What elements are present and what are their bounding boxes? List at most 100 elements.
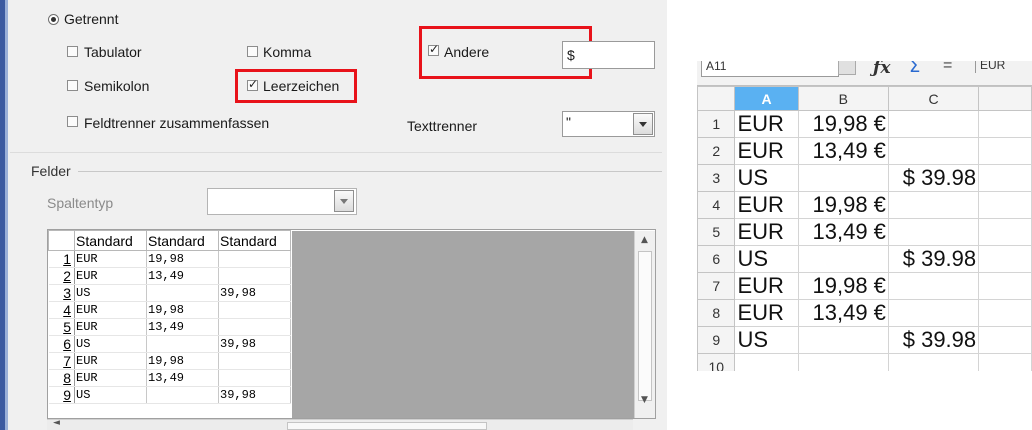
cell-a6[interactable]: US <box>734 245 799 273</box>
equals-icon[interactable]: = <box>943 61 952 75</box>
chevron-down-icon[interactable] <box>334 190 354 212</box>
andere-input[interactable]: $ <box>562 41 655 69</box>
sheet-row: 5 EUR 13,49 € <box>697 218 1032 246</box>
komma-label: Komma <box>263 44 312 60</box>
row-header[interactable]: 3 <box>697 164 736 192</box>
preview-row: 8 EUR 13,49 <box>48 369 291 387</box>
cell-c2[interactable] <box>887 137 980 165</box>
chevron-down-icon[interactable] <box>633 113 653 135</box>
tabulator-checkbox[interactable] <box>67 46 78 57</box>
vertical-scrollbar[interactable]: ▲ ▼ <box>634 231 655 418</box>
cell-a4[interactable]: EUR <box>734 191 799 219</box>
cell-d6[interactable] <box>978 245 1032 273</box>
column-header-a[interactable]: A <box>734 86 799 111</box>
cell-c9[interactable]: $ 39.98 <box>887 326 980 354</box>
zusammenfassen-checkbox[interactable] <box>67 116 78 127</box>
scroll-up-icon[interactable]: ▲ <box>641 235 648 245</box>
cell-b6[interactable] <box>797 245 889 273</box>
cell-b10[interactable] <box>797 353 889 371</box>
preview-cell: US <box>74 386 147 404</box>
cell-b4[interactable]: 19,98 € <box>797 191 889 219</box>
preview-row: 5 EUR 13,49 <box>48 318 291 336</box>
column-header[interactable]: Standard <box>74 230 147 251</box>
preview-table[interactable]: Standard Standard Standard 1 EUR 19,98 2 EUR… <box>47 229 656 419</box>
row-header[interactable]: 6 <box>697 245 736 273</box>
formula-input[interactable]: EUR <box>980 61 1005 72</box>
leerzeichen-checkbox[interactable] <box>247 77 258 91</box>
cell-c1[interactable] <box>887 110 980 138</box>
cell-c6[interactable]: $ 39.98 <box>887 245 980 273</box>
cell-b3[interactable] <box>797 164 889 192</box>
scroll-left-icon[interactable]: ◄ <box>53 418 60 428</box>
row-header[interactable]: 9 <box>697 326 736 354</box>
cell-b1[interactable]: 19,98 € <box>797 110 889 138</box>
cell-d7[interactable] <box>978 272 1032 300</box>
name-box[interactable]: A11 <box>701 61 839 77</box>
texttrenner-select[interactable]: " <box>562 111 655 137</box>
preview-cell <box>218 267 291 285</box>
hscroll-thumb[interactable] <box>287 422 487 430</box>
cell-a10[interactable] <box>734 353 799 371</box>
cell-a7[interactable]: EUR <box>734 272 799 300</box>
spaltentyp-select[interactable] <box>207 188 357 215</box>
preview-row: 3 US 39,98 <box>48 284 291 302</box>
cell-d9[interactable] <box>978 326 1032 354</box>
row-header[interactable]: 7 <box>697 272 736 300</box>
cell-b2[interactable]: 13,49 € <box>797 137 889 165</box>
cell-c7[interactable] <box>887 272 980 300</box>
sum-icon[interactable]: Σ <box>909 61 920 77</box>
preview-cell: US <box>74 335 147 353</box>
row-header[interactable]: 10 <box>697 353 736 371</box>
andere-checkbox[interactable] <box>428 42 439 56</box>
column-header[interactable]: Standard <box>146 230 219 251</box>
semikolon-checkbox[interactable] <box>67 80 78 91</box>
row-header[interactable]: 5 <box>697 218 736 246</box>
cell-a1[interactable]: EUR <box>734 110 799 138</box>
cell-b8[interactable]: 13,49 € <box>797 299 889 327</box>
preview-cell <box>146 284 219 302</box>
cell-d3[interactable] <box>978 164 1032 192</box>
cell-a8[interactable]: EUR <box>734 299 799 327</box>
row-header[interactable]: 8 <box>697 299 736 327</box>
preview-cell: 13,49 <box>146 318 219 336</box>
cell-d10[interactable] <box>978 353 1032 371</box>
cell-c3[interactable]: $ 39.98 <box>887 164 980 192</box>
cell-c10[interactable] <box>887 353 980 371</box>
cell-b9[interactable] <box>797 326 889 354</box>
cell-c5[interactable] <box>887 218 980 246</box>
cell-c8[interactable] <box>887 299 980 327</box>
row-header[interactable]: 1 <box>697 110 736 138</box>
column-header-b[interactable]: B <box>797 86 889 111</box>
horizontal-scrollbar[interactable]: ◄ <box>47 418 633 430</box>
name-box-value: A11 <box>706 61 727 73</box>
corner-header <box>48 230 75 251</box>
row-header[interactable]: 2 <box>697 137 736 165</box>
cell-b5[interactable]: 13,49 € <box>797 218 889 246</box>
fx-icon[interactable]: ƒx <box>873 61 890 78</box>
preview-cell: EUR <box>74 369 147 387</box>
cell-a5[interactable]: EUR <box>734 218 799 246</box>
cell-a2[interactable]: EUR <box>734 137 799 165</box>
column-header-d[interactable] <box>978 86 1032 111</box>
scroll-down-icon[interactable]: ▼ <box>641 395 648 405</box>
cell-a3[interactable]: US <box>734 164 799 192</box>
zusammenfassen-label: Feldtrenner zusammenfassen <box>84 115 270 131</box>
cell-b7[interactable]: 19,98 € <box>797 272 889 300</box>
row-header[interactable]: 4 <box>697 191 736 219</box>
preview-cell: EUR <box>74 250 147 268</box>
column-header[interactable]: Standard <box>218 230 291 251</box>
cell-d8[interactable] <box>978 299 1032 327</box>
select-all-corner[interactable] <box>697 86 736 111</box>
cell-d4[interactable] <box>978 191 1032 219</box>
cell-d1[interactable] <box>978 110 1032 138</box>
name-box-dropdown[interactable] <box>838 61 856 75</box>
getrennt-radio[interactable] <box>48 14 59 25</box>
cell-d2[interactable] <box>978 137 1032 165</box>
scroll-thumb[interactable] <box>638 251 652 401</box>
cell-d5[interactable] <box>978 218 1032 246</box>
cell-a9[interactable]: US <box>734 326 799 354</box>
column-header-c[interactable]: C <box>887 86 980 111</box>
komma-checkbox[interactable] <box>247 46 258 57</box>
preview-row: 7 EUR 19,98 <box>48 352 291 370</box>
cell-c4[interactable] <box>887 191 980 219</box>
